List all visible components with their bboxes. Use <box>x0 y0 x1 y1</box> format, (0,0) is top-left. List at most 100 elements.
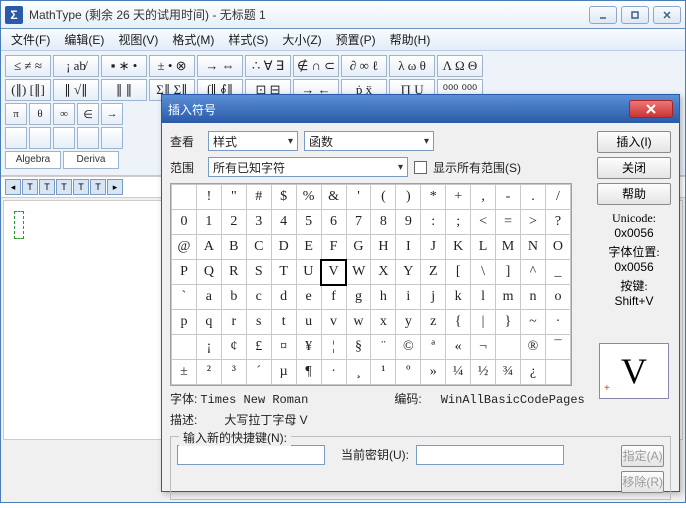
view-by-combo[interactable]: 样式 <box>208 131 298 151</box>
char-cell[interactable]: R <box>221 260 246 285</box>
char-cell[interactable]: O <box>545 235 570 260</box>
char-cell[interactable]: { <box>446 310 471 335</box>
toolbar-button[interactable]: ∥ √∥ <box>53 79 99 101</box>
char-cell[interactable]: ~ <box>520 310 545 335</box>
char-cell[interactable]: ² <box>196 360 221 385</box>
char-cell[interactable]: n <box>520 285 545 310</box>
char-cell[interactable]: 5 <box>296 210 321 235</box>
char-cell[interactable]: 1 <box>196 210 221 235</box>
char-cell[interactable]: k <box>446 285 471 310</box>
char-cell[interactable]: o <box>545 285 570 310</box>
char-cell[interactable]: ? <box>545 210 570 235</box>
char-cell[interactable]: J <box>421 235 446 260</box>
toolbar-button[interactable]: π <box>5 103 27 125</box>
char-cell[interactable]: i <box>396 285 421 310</box>
ruler-button[interactable]: T <box>73 179 89 195</box>
show-all-checkbox[interactable] <box>414 161 427 174</box>
menu-size[interactable]: 大小(Z) <box>276 29 327 50</box>
char-cell[interactable]: ª <box>421 335 446 360</box>
char-cell[interactable]: ± <box>172 360 197 385</box>
char-cell[interactable]: ¯ <box>545 335 570 360</box>
toolbar-button[interactable]: → ⇔ <box>197 55 243 77</box>
char-cell[interactable]: A <box>196 235 221 260</box>
toolbar-button[interactable] <box>77 127 99 149</box>
char-cell[interactable]: G <box>346 235 371 260</box>
char-cell[interactable]: ­ <box>496 335 521 360</box>
char-cell[interactable]: \ <box>471 260 496 285</box>
char-cell[interactable]: W <box>346 260 371 285</box>
char-cell[interactable]: : <box>421 210 446 235</box>
char-cell[interactable]: v <box>321 310 346 335</box>
char-cell[interactable]: C <box>246 235 271 260</box>
char-cell[interactable]: 8 <box>371 210 396 235</box>
char-cell[interactable]: h <box>371 285 396 310</box>
char-cell[interactable]: ^ <box>520 260 545 285</box>
toolbar-button[interactable]: ± • ⊗ <box>149 55 195 77</box>
toolbar-button[interactable]: ▪ ∗ • <box>101 55 147 77</box>
char-cell[interactable]: ¬ <box>471 335 496 360</box>
menu-preset[interactable]: 预置(P) <box>330 29 382 50</box>
char-cell[interactable]: ¤ <box>271 335 296 360</box>
char-cell[interactable]: D <box>271 235 296 260</box>
char-cell[interactable]: # <box>246 185 271 210</box>
char-cell[interactable]: ¶ <box>296 360 321 385</box>
char-cell[interactable]: 6 <box>321 210 346 235</box>
char-cell[interactable]: ¦ <box>321 335 346 360</box>
char-cell[interactable]: ½ <box>471 360 496 385</box>
char-cell[interactable] <box>545 360 570 385</box>
char-cell[interactable]: F <box>321 235 346 260</box>
char-cell[interactable]: } <box>496 310 521 335</box>
char-cell[interactable]: f <box>321 285 346 310</box>
char-cell[interactable]: ' <box>346 185 371 210</box>
ruler-button[interactable]: ▸ <box>107 179 123 195</box>
char-cell[interactable]: Z <box>421 260 446 285</box>
char-cell[interactable]: p <box>172 310 197 335</box>
char-cell[interactable]: P <box>172 260 197 285</box>
toolbar-button[interactable]: λ ω θ <box>389 55 435 77</box>
char-cell[interactable]: 4 <box>271 210 296 235</box>
char-cell[interactable]: B <box>221 235 246 260</box>
char-cell[interactable]: r <box>221 310 246 335</box>
char-cell[interactable]: ¡ <box>196 335 221 360</box>
char-cell[interactable]: % <box>296 185 321 210</box>
menu-format[interactable]: 格式(M) <box>166 29 220 50</box>
char-cell[interactable]: w <box>346 310 371 335</box>
char-cell[interactable]: - <box>496 185 521 210</box>
char-cell[interactable]: ³ <box>221 360 246 385</box>
char-cell[interactable]: * <box>421 185 446 210</box>
char-cell[interactable]: b <box>221 285 246 310</box>
char-cell[interactable]: · <box>321 360 346 385</box>
toolbar-button[interactable]: → <box>101 103 123 125</box>
char-cell[interactable] <box>172 335 197 360</box>
char-cell[interactable]: 7 <box>346 210 371 235</box>
char-cell[interactable]: $ <box>271 185 296 210</box>
char-cell[interactable]: N <box>520 235 545 260</box>
toolbar-button[interactable] <box>29 127 51 149</box>
char-cell[interactable]: / <box>545 185 570 210</box>
char-cell[interactable]: © <box>396 335 421 360</box>
toolbar-button[interactable]: ≤ ≠ ≈ <box>5 55 51 77</box>
char-cell[interactable]: l <box>471 285 496 310</box>
char-cell[interactable]: 3 <box>246 210 271 235</box>
function-combo[interactable]: 函数 <box>304 131 434 151</box>
char-cell[interactable] <box>172 185 197 210</box>
char-cell[interactable]: ¨ <box>371 335 396 360</box>
toolbar-button[interactable]: ∴ ∀ ∃ <box>245 55 291 77</box>
remove-button[interactable]: 移除(R) <box>621 471 664 493</box>
menu-edit[interactable]: 编辑(E) <box>58 29 110 50</box>
char-cell[interactable]: y <box>396 310 421 335</box>
char-cell[interactable]: 0 <box>172 210 197 235</box>
char-cell[interactable]: @ <box>172 235 197 260</box>
char-cell[interactable]: ] <box>496 260 521 285</box>
char-cell[interactable]: " <box>221 185 246 210</box>
toolbar-button[interactable]: θ <box>29 103 51 125</box>
toolbar-button[interactable]: ∉ ∩ ⊂ <box>293 55 339 77</box>
char-cell[interactable]: µ <box>271 360 296 385</box>
char-cell[interactable]: Y <box>396 260 421 285</box>
toolbar-button[interactable] <box>5 127 27 149</box>
ruler-button[interactable]: T <box>22 179 38 195</box>
char-cell[interactable]: _ <box>545 260 570 285</box>
char-cell[interactable]: 9 <box>396 210 421 235</box>
toolbar-button[interactable]: Λ Ω Θ <box>437 55 483 77</box>
char-cell[interactable]: · <box>545 310 570 335</box>
